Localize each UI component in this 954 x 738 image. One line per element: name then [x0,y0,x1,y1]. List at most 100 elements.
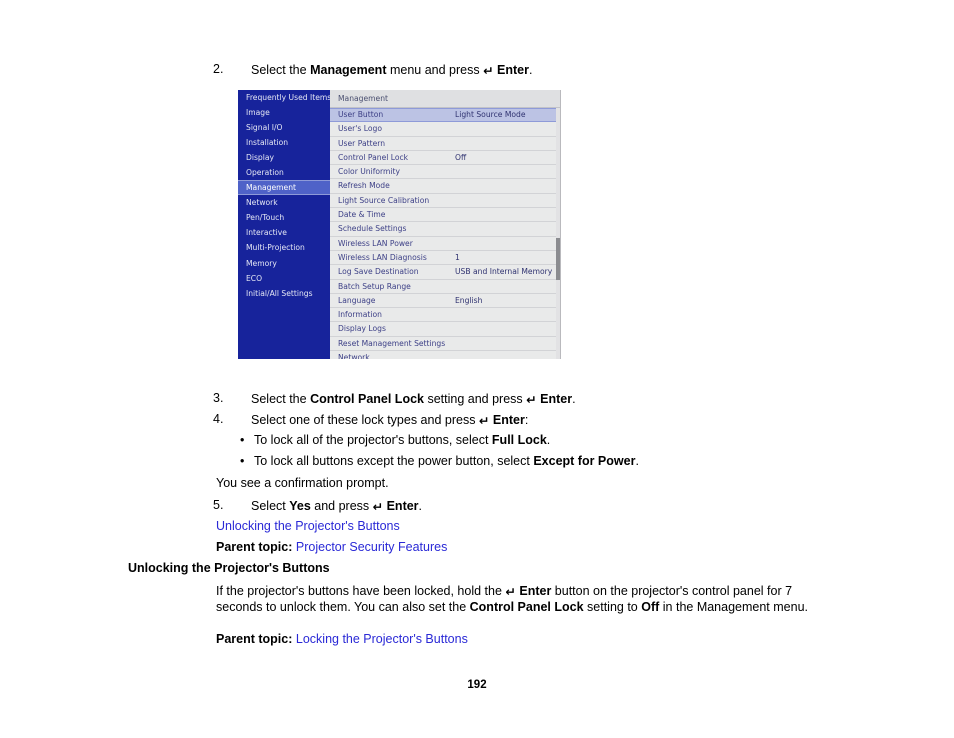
osd-row-schedule-settings[interactable]: Schedule Settings [330,222,561,237]
osd-row-language[interactable]: Language English [330,294,561,309]
parent-topic-1: Parent topic: Projector Security Feature… [216,540,447,555]
osd-row-label: Date & Time [338,210,386,220]
osd-row-label: Log Save Destination [338,267,419,277]
osd-row-log-save-destination[interactable]: Log Save Destination USB and Internal Mem… [330,265,561,280]
osd-sidebar-item-multi-projection[interactable]: Multi-Projection [238,240,330,255]
osd-row-light-source-calibration[interactable]: Light Source Calibration [330,194,561,209]
step-4-text: Select one of these lock types and press… [251,412,833,428]
osd-sidebar-item-eco[interactable]: ECO [238,271,330,286]
osd-row-control-panel-lock[interactable]: Control Panel Lock Off [330,151,561,166]
link-locking-projectors-buttons[interactable]: Locking the Projector's Buttons [296,632,468,646]
section-body-part1: If the projector's buttons have been loc… [216,584,506,598]
bullet-2-bold-except-for-power: Except for Power [533,454,636,468]
step-4-text-before: Select one of these lock types and press [251,413,479,427]
osd-row-label: Wireless LAN Power [338,238,413,248]
osd-row-reset-management-settings[interactable]: Reset Management Settings [330,337,561,352]
osd-sidebar-item-initial-all-settings[interactable]: Initial/All Settings [238,286,330,301]
osd-row-label: Language [338,295,376,305]
osd-sidebar-item-label: Operation [246,168,284,178]
osd-sidebar-item-label: Frequently Used Items [246,93,332,102]
bullet-1-before: To lock all of the projector's buttons, … [254,433,492,447]
osd-settings-list: User Button Light Source Mode User's Logo U… [330,108,561,359]
osd-row-display-logs[interactable]: Display Logs [330,322,561,337]
osd-row-value: English [455,295,483,305]
bullet-2-before: To lock all buttons except the power but… [254,454,534,468]
osd-row-refresh-mode[interactable]: Refresh Mode [330,179,561,194]
osd-row-date-time[interactable]: Date & Time [330,208,561,223]
osd-sidebar: Frequently Used Items Image Signal I/O Inst… [238,90,332,359]
page-number: 192 [467,679,487,691]
osd-sidebar-item-installation[interactable]: Installation [238,135,330,150]
lock-type-bullet-full-lock: • To lock all of the projector's buttons… [240,433,840,448]
step-2-enter-label: Enter [497,63,529,77]
confirmation-prompt-text: You see a confirmation prompt. [216,476,389,490]
osd-row-value: USB and Internal Memory [455,267,553,277]
step-5-text-after: . [418,499,423,513]
osd-row-label: Wireless LAN Diagnosis [338,252,427,262]
osd-row-user-button[interactable]: User Button Light Source Mode [330,108,561,123]
osd-sidebar-item-signal-i-o[interactable]: Signal I/O [238,120,330,135]
osd-row-color-uniformity[interactable]: Color Uniformity [330,165,561,180]
osd-row-user-pattern[interactable]: User Pattern [330,137,561,151]
section-body-bold-control-panel-lock: Control Panel Lock [469,599,584,614]
osd-panel-title: Management [330,90,561,108]
link-unlocking-projectors-buttons[interactable]: Unlocking the Projector's Buttons [216,519,400,534]
osd-row-wireless-lan-power[interactable]: Wireless LAN Power [330,237,561,251]
osd-sidebar-item-label: Interactive [246,228,287,238]
osd-sidebar-item-interactive[interactable]: Interactive [238,225,330,240]
step-4-number: 4. [213,412,224,426]
section-body-enter-label: Enter [519,584,552,598]
osd-row-label: User's Logo [338,124,382,134]
bullet-2-text: To lock all buttons except the power but… [254,454,840,469]
osd-sidebar-item-display[interactable]: Display [238,150,330,165]
step-3-text-after: . [572,392,576,406]
osd-row-batch-setup-range[interactable]: Batch Setup Range [330,280,561,294]
step-5-text-middle: and press [310,499,373,513]
osd-sidebar-item-label: Initial/All Settings [246,288,313,298]
osd-row-value: 1 [455,252,460,262]
osd-sidebar-item-management[interactable]: Management [238,180,330,196]
enter-arrow-icon: ↵ [483,63,494,78]
osd-row-network[interactable]: Network [330,351,561,359]
parent-topic-1-label: Parent topic: [216,540,293,554]
step-2-number: 2. [213,62,224,76]
osd-row-label: Reset Management Settings [338,338,446,348]
osd-sidebar-item-pen-touch[interactable]: Pen/Touch [238,210,330,225]
lock-type-bullet-except-for-power: • To lock all buttons except the power b… [240,454,840,469]
osd-row-label: Batch Setup Range [338,281,411,291]
osd-sidebar-item-frequently-used-items[interactable]: Frequently Used Items [238,90,332,105]
osd-sidebar-item-operation[interactable]: Operation [238,165,330,180]
osd-sidebar-item-label: Display [246,153,274,163]
bullet-marker-icon: • [240,433,245,447]
step-3-number: 3. [213,391,224,405]
osd-sidebar-item-network[interactable]: Network [238,195,330,210]
step-3-text-middle: setting and press [423,392,527,406]
step-3-text: Select the Control Panel Lock setting an… [251,391,833,407]
osd-sidebar-item-label: Installation [246,138,289,148]
osd-row-label: Network [338,353,370,359]
osd-row-user-s-logo[interactable]: User's Logo [330,122,561,137]
projector-osd-screenshot: Frequently Used Items Image Signal I/O Inst… [238,90,561,359]
osd-row-label: Information [338,310,382,320]
enter-arrow-icon: ↵ [526,392,537,407]
osd-right-border [560,90,561,359]
step-2-bold-management: Management [310,63,387,77]
osd-row-information[interactable]: Information [330,308,561,323]
link-projector-security-features[interactable]: Projector Security Features [296,540,447,554]
osd-sidebar-item-label: Image [246,108,270,118]
bullet-1-after: . [546,433,551,447]
osd-sidebar-item-image[interactable]: Image [238,105,330,120]
step-5-text: Select Yes and press ↵ Enter. [251,498,813,514]
osd-row-label: Schedule Settings [338,224,407,234]
osd-row-wireless-lan-diagnosis[interactable]: Wireless LAN Diagnosis 1 [330,251,561,266]
osd-row-label: Display Logs [338,324,386,334]
step-2-text-before: Select the [251,63,311,77]
step-5: 5. Select Yes and press ↵ Enter. [213,498,813,514]
osd-sidebar-item-label: Signal I/O [246,123,283,133]
step-4: 4. Select one of these lock types and pr… [213,412,833,428]
osd-sidebar-item-memory[interactable]: Memory [238,256,330,271]
osd-sidebar-item-label: Network [246,198,278,208]
step-3-bold-control-panel-lock: Control Panel Lock [310,392,424,406]
step-3: 3. Select the Control Panel Lock setting… [213,391,833,407]
bullet-1-text: To lock all of the projector's buttons, … [254,433,840,448]
